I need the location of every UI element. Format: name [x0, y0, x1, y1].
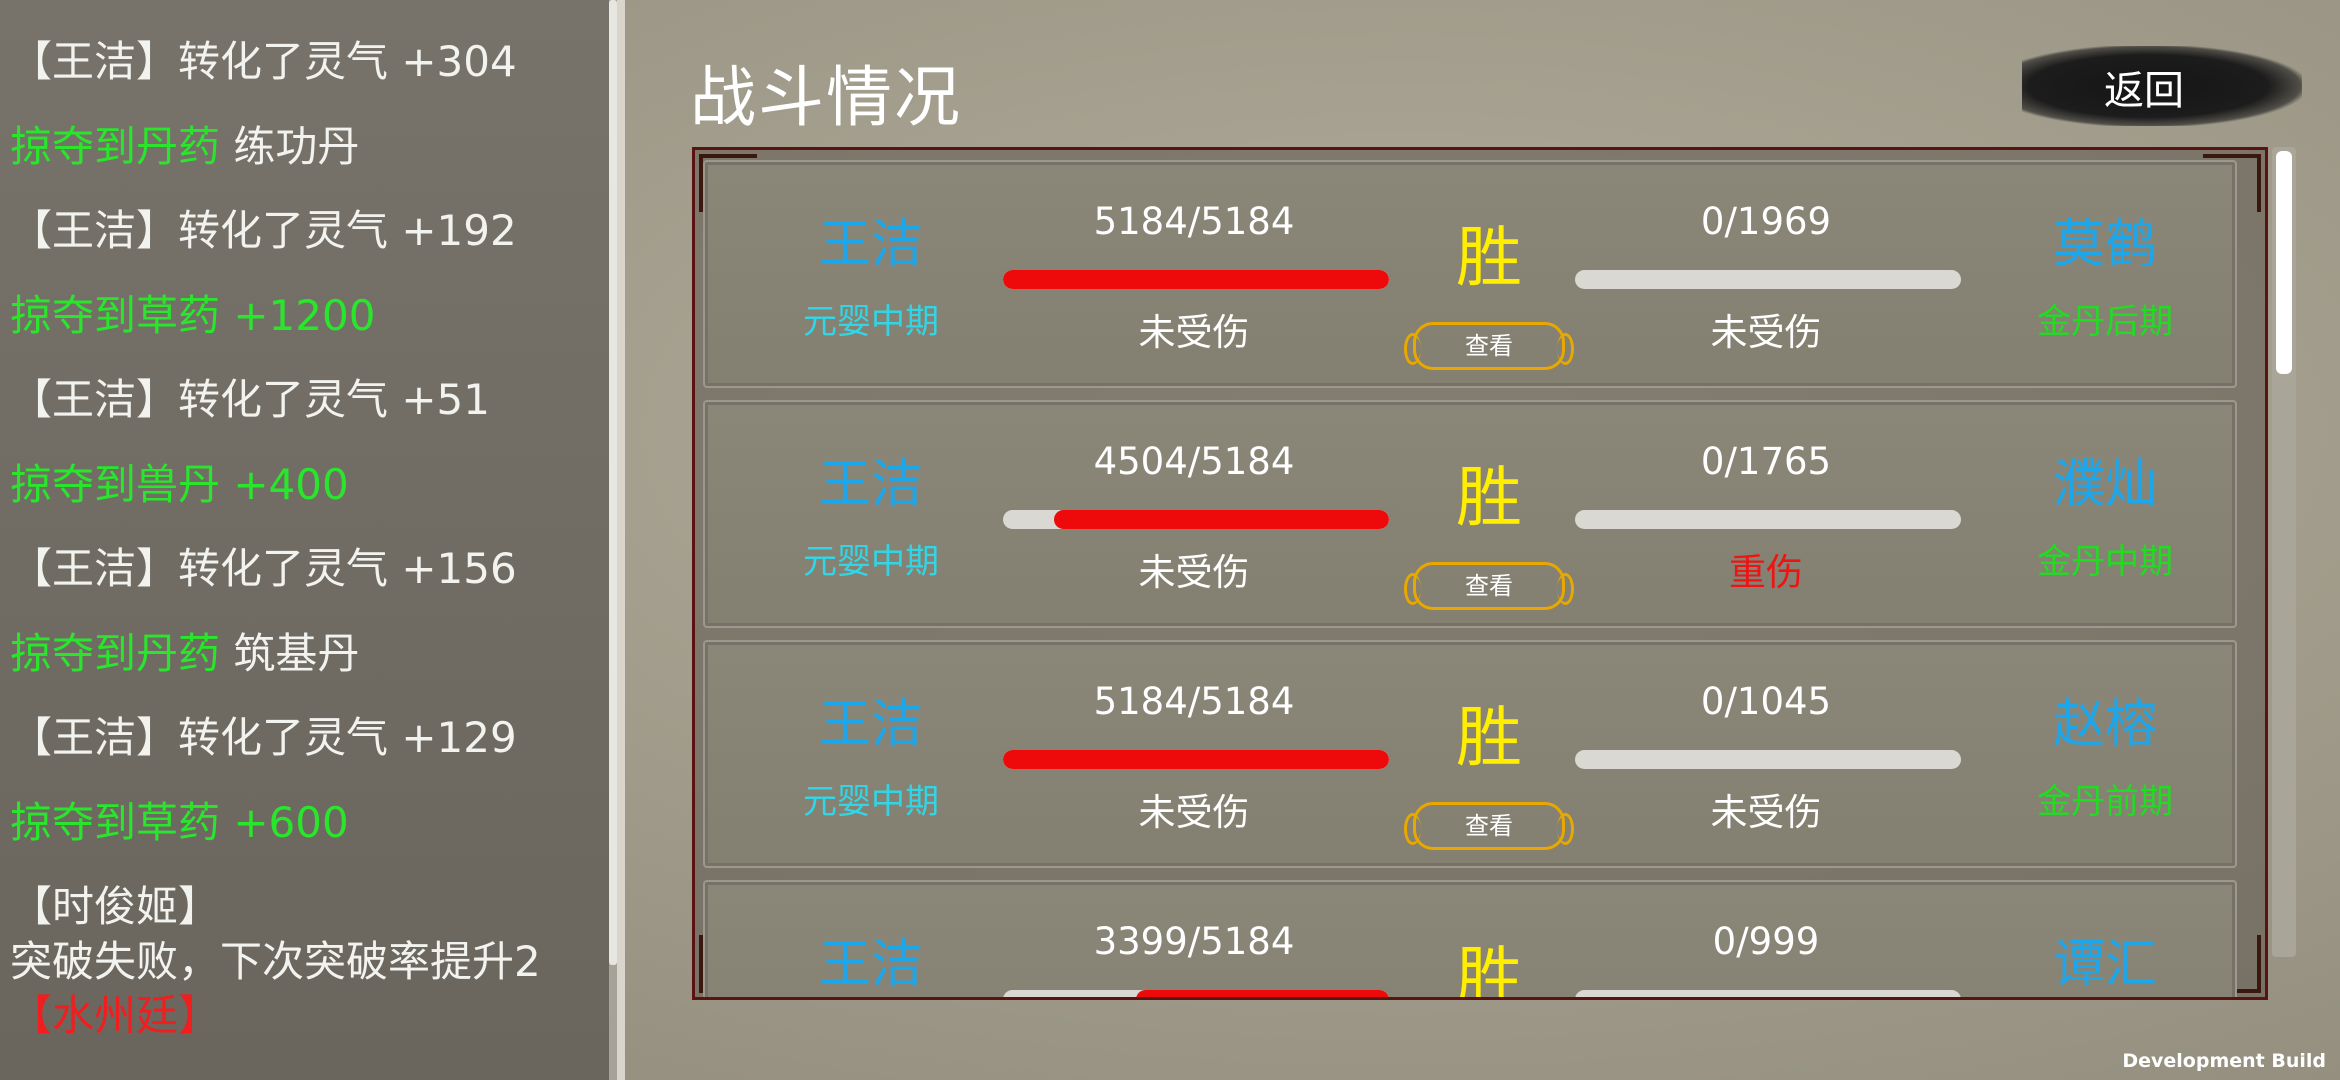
defender-name: 濮灿 [2052, 455, 2157, 515]
defender-hp-text: 0/999 [1712, 920, 1820, 963]
attacker-name: 王洁 [818, 935, 923, 995]
attacker-hp-text: 3399/5184 [1093, 920, 1295, 963]
defender-realm: 金丹前期 [2037, 782, 2173, 822]
defender-status: 未受伤 [1710, 791, 1822, 834]
log-text: 掠夺到草药 +600 [10, 797, 349, 847]
defender-hp-bar [1575, 270, 1961, 289]
attacker-hp-bar [1003, 510, 1389, 529]
battle-list-scrollbar-thumb[interactable] [2276, 151, 2292, 374]
defender-name: 谭汇 [2052, 935, 2157, 995]
log-line: 掠夺到丹药 练功丹 [10, 121, 359, 173]
view-button[interactable]: 查看 [1404, 802, 1574, 850]
defender-hp-text: 0/1765 [1700, 440, 1832, 483]
attacker-hp-bar [1003, 990, 1389, 997]
log-line: 【王洁】转化了灵气 +156 [10, 543, 517, 595]
back-button[interactable]: 返回 [2022, 46, 2302, 126]
view-button[interactable]: 查看 [1404, 322, 1574, 370]
attacker-name: 王洁 [818, 455, 923, 515]
attacker-hp-fill [1135, 990, 1389, 997]
battle-row: 王洁 3399/5184 胜 0/999 谭汇 [703, 880, 2237, 1000]
log-line: 【王洁】转化了灵气 +304 [10, 36, 517, 88]
attacker-hp-bar [1003, 750, 1389, 769]
defender-hp-bar [1575, 750, 1961, 769]
defender-realm: 金丹后期 [2037, 302, 2173, 342]
attacker-hp-fill [1003, 270, 1389, 289]
log-text: 练功丹 [220, 121, 360, 171]
battle-result: 胜 [1456, 939, 1522, 1000]
log-text: 掠夺到草药 +1200 [10, 290, 376, 340]
battle-result: 胜 [1456, 699, 1522, 776]
log-line: 【王洁】转化了灵气 +51 [10, 374, 490, 426]
log-panel-edge [617, 0, 625, 1080]
attacker-name: 王洁 [818, 215, 923, 275]
battle-row: 王洁 元婴中期 5184/5184 未受伤 胜 查看 0/1969 未受伤 莫鹤… [703, 160, 2237, 388]
defender-name: 赵榕 [2052, 695, 2157, 755]
back-button-label: 返回 [2104, 68, 2184, 114]
log-text: 【王洁】转化了灵气 +129 [10, 713, 517, 762]
attacker-name: 王洁 [818, 695, 923, 755]
view-button[interactable]: 查看 [1404, 562, 1574, 610]
attacker-hp-fill [1003, 750, 1389, 769]
log-line: 【时俊姬】 [10, 881, 220, 933]
defender-hp-text: 0/1969 [1700, 200, 1832, 243]
attacker-hp-bar [1003, 270, 1389, 289]
defender-status: 重伤 [1729, 551, 1803, 594]
log-text: 掠夺到丹药 [10, 628, 221, 678]
log-text: 【王洁】转化了灵气 +192 [10, 206, 517, 255]
log-scrollbar-thumb[interactable] [609, 0, 617, 965]
log-line: 掠夺到丹药 筑基丹 [10, 628, 359, 680]
defender-hp-bar [1575, 990, 1961, 997]
attacker-hp-text: 5184/5184 [1093, 680, 1295, 723]
log-line: 掠夺到兽丹 +400 [10, 459, 349, 511]
log-text: 【时俊姬】 [10, 882, 221, 931]
log-text: 突破失败，下次突破率提升2 [10, 936, 541, 986]
attacker-status: 未受伤 [1138, 311, 1250, 354]
log-text: 【王洁】转化了灵气 +304 [10, 37, 517, 86]
development-build-label: Development Build [2122, 1050, 2326, 1072]
attacker-status: 未受伤 [1138, 551, 1250, 594]
attacker-status: 未受伤 [1138, 791, 1250, 834]
log-line: 掠夺到草药 +600 [10, 797, 349, 849]
battle-list[interactable]: 王洁 元婴中期 5184/5184 未受伤 胜 查看 0/1969 未受伤 莫鹤… [692, 147, 2268, 1000]
log-text: 掠夺到丹药 [10, 121, 221, 171]
log-line: 【王洁】转化了灵气 +129 [10, 712, 517, 764]
defender-hp-bar [1575, 510, 1961, 529]
log-text: 筑基丹 [220, 628, 360, 678]
attacker-hp-text: 5184/5184 [1093, 200, 1295, 243]
log-text: 【水州廷】 [10, 991, 221, 1040]
defender-realm: 金丹中期 [2037, 542, 2173, 582]
attacker-hp-fill [1053, 510, 1389, 529]
battle-row: 王洁 元婴中期 4504/5184 未受伤 胜 查看 0/1765 重伤 濮灿 … [703, 400, 2237, 628]
defender-status: 未受伤 [1710, 311, 1822, 354]
defender-hp-text: 0/1045 [1700, 680, 1832, 723]
log-text: 掠夺到兽丹 +400 [10, 459, 349, 509]
battle-log-panel[interactable]: 【王洁】转化了灵气 +304 掠夺到丹药 练功丹【王洁】转化了灵气 +192 掠夺到… [0, 0, 615, 1080]
attacker-realm: 元婴中期 [803, 542, 939, 582]
log-text: 【王洁】转化了灵气 +51 [10, 375, 490, 424]
battle-result: 胜 [1456, 219, 1522, 296]
battle-result: 胜 [1456, 459, 1522, 536]
defender-name: 莫鹤 [2052, 215, 2157, 275]
attacker-realm: 元婴中期 [803, 782, 939, 822]
battle-row: 王洁 元婴中期 5184/5184 未受伤 胜 查看 0/1045 未受伤 赵榕… [703, 640, 2237, 868]
log-text: 【王洁】转化了灵气 +156 [10, 544, 517, 593]
log-line: 突破失败，下次突破率提升2 [10, 936, 541, 988]
page-title: 战斗情况 [690, 59, 962, 136]
log-line: 掠夺到草药 +1200 [10, 290, 375, 342]
log-line: 【水州廷】 [10, 990, 220, 1042]
log-line: 【王洁】转化了灵气 +192 [10, 205, 517, 257]
attacker-hp-text: 4504/5184 [1093, 440, 1295, 483]
attacker-realm: 元婴中期 [803, 302, 939, 342]
